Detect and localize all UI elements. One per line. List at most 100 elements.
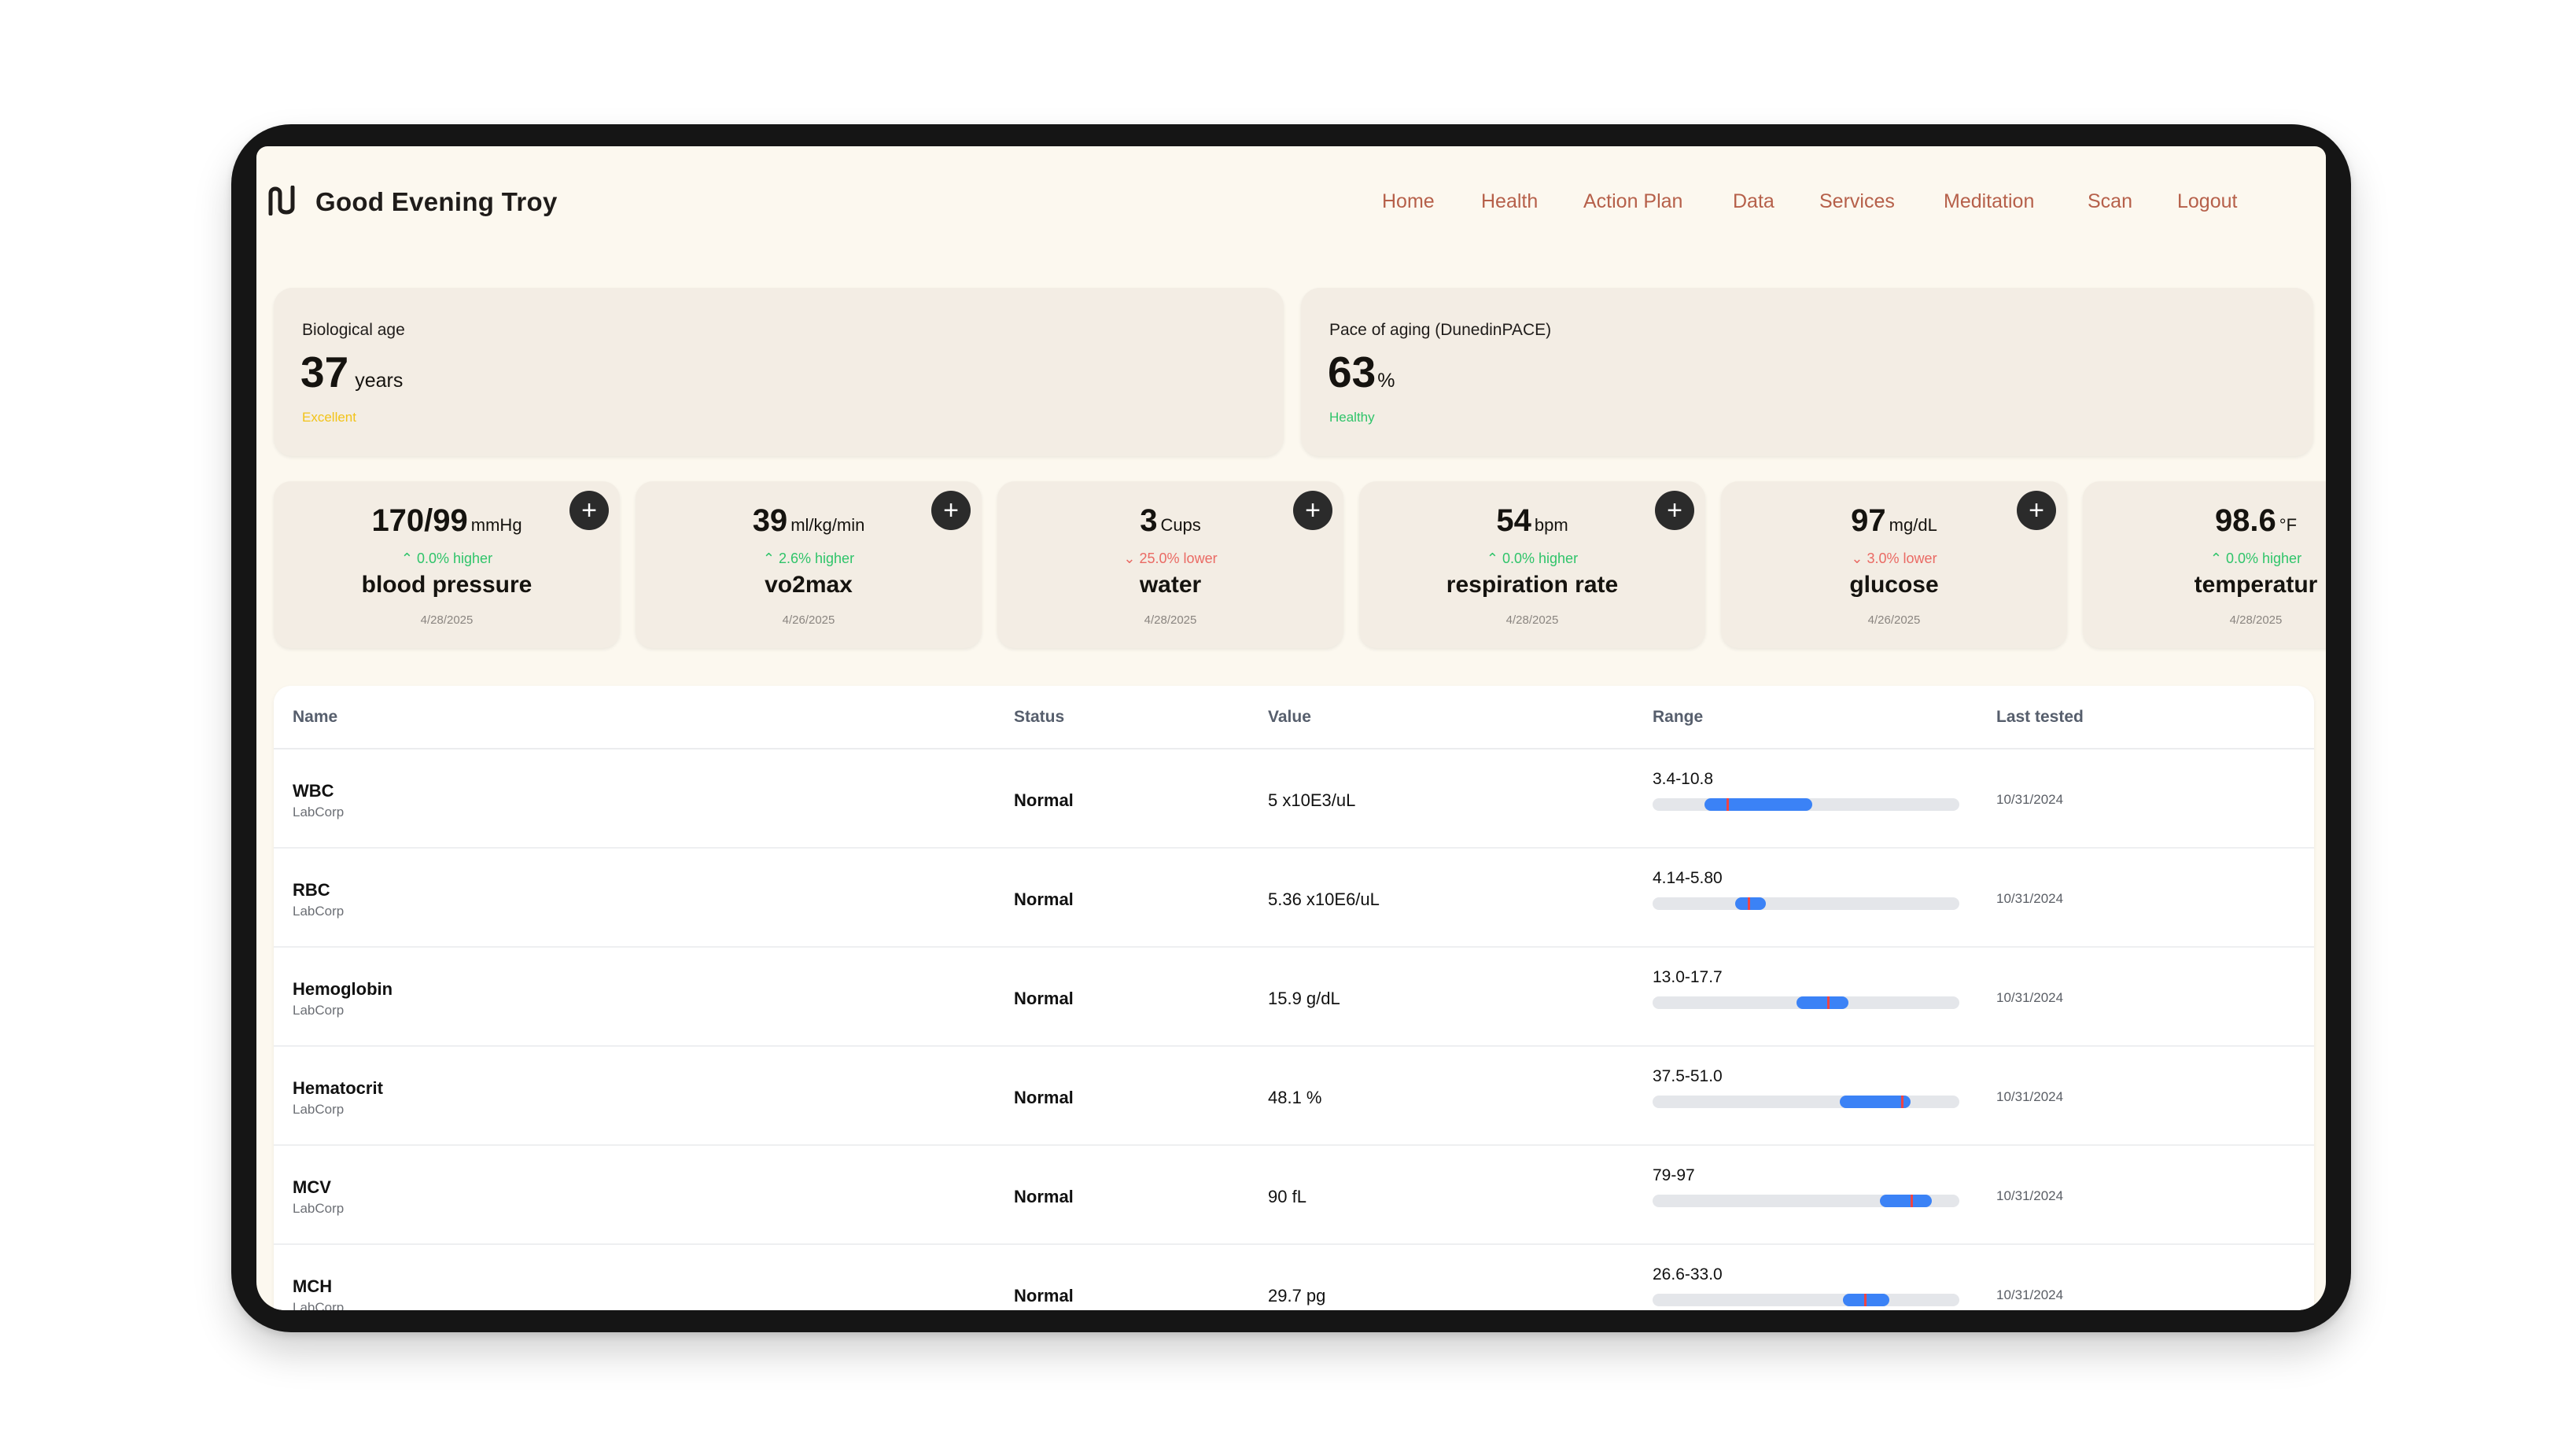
lab-results-table: Name Status Value Range Last tested WBC L… bbox=[274, 686, 2314, 1310]
metric-change-text: 0.0% higher bbox=[417, 551, 493, 566]
metric-unit: bpm bbox=[1534, 515, 1568, 535]
table-row[interactable]: MCV LabCorp Normal 90 fL 79-97 10/31/2024 bbox=[274, 1146, 2314, 1245]
range-label: 37.5-51.0 bbox=[1653, 1067, 1723, 1085]
test-source: LabCorp bbox=[293, 805, 345, 819]
nav-services[interactable]: Services bbox=[1819, 190, 1895, 213]
range-bar bbox=[1653, 897, 1959, 910]
add-reading-button[interactable]: + bbox=[1293, 491, 1332, 530]
range-marker bbox=[1827, 996, 1830, 1009]
metric-unit: mg/dL bbox=[1889, 515, 1937, 535]
range-bar bbox=[1653, 798, 1959, 811]
metric-date: 4/28/2025 bbox=[420, 613, 474, 627]
add-reading-button[interactable]: + bbox=[931, 491, 971, 530]
column-header-status[interactable]: Status bbox=[1014, 708, 1064, 727]
test-name: Hematocrit bbox=[293, 1078, 383, 1098]
metric-name: respiration rate bbox=[1446, 572, 1619, 598]
test-value: 29.7 pg bbox=[1268, 1286, 1326, 1306]
summary-value: 63% bbox=[1328, 347, 1395, 397]
metric-card[interactable]: 97 mg/dL ⌄ 3.0% lower glucose 4/26/2025 + bbox=[1721, 481, 2067, 648]
metric-unit: ml/kg/min bbox=[790, 515, 865, 535]
nav-health[interactable]: Health bbox=[1481, 190, 1538, 213]
metric-change: ⌄ 25.0% lower bbox=[997, 551, 1343, 567]
metric-reading: 39 ml/kg/min bbox=[636, 503, 982, 539]
top-header: Good Evening Troy Home Health Action Pla… bbox=[256, 146, 2326, 241]
plus-icon: + bbox=[1305, 495, 1321, 525]
metric-unit: °F bbox=[2279, 515, 2298, 535]
test-status: Normal bbox=[1014, 1286, 1074, 1306]
range-fill bbox=[1735, 897, 1766, 910]
nav-logout[interactable]: Logout bbox=[2177, 190, 2237, 213]
metric-reading: 98.6 °F bbox=[2083, 503, 2326, 539]
metric-change-text: 25.0% lower bbox=[1139, 551, 1218, 566]
metric-name: temperatur bbox=[2194, 572, 2318, 598]
metric-unit: mmHg bbox=[470, 515, 522, 535]
metric-change: ⌃ 0.0% higher bbox=[274, 551, 620, 567]
metric-change-text: 0.0% higher bbox=[2226, 551, 2302, 566]
test-name: MCV bbox=[293, 1177, 331, 1197]
metric-card[interactable]: 98.6 °F ⌃ 0.0% higher temperatur 4/28/2025 bbox=[2083, 481, 2326, 648]
metric-card[interactable]: 39 ml/kg/min ⌃ 2.6% higher vo2max 4/26/2025 + bbox=[636, 481, 982, 648]
greeting-title: Good Evening Troy bbox=[315, 187, 558, 216]
range-bar bbox=[1653, 996, 1959, 1009]
test-source: LabCorp bbox=[293, 904, 345, 919]
metric-change-text: 0.0% higher bbox=[1502, 551, 1579, 566]
metric-change: ⌃ 2.6% higher bbox=[636, 551, 982, 567]
add-reading-button[interactable]: + bbox=[1655, 491, 1694, 530]
summary-unit: % bbox=[1377, 370, 1395, 392]
metric-change-text: 2.6% higher bbox=[779, 551, 855, 566]
metric-reading: 54 bpm bbox=[1359, 503, 1705, 539]
nav-scan[interactable]: Scan bbox=[2088, 190, 2132, 213]
table-row[interactable]: RBC LabCorp Normal 5.36 x10E6/uL 4.14-5.80 10… bbox=[274, 849, 2314, 948]
column-header-name[interactable]: Name bbox=[293, 708, 337, 727]
table-row[interactable]: MCH LabCorp Normal 29.7 pg 26.6-33.0 10/31/20… bbox=[274, 1245, 2314, 1310]
table-row[interactable]: WBC LabCorp Normal 5 x10E3/uL 3.4-10.8 10/31/… bbox=[274, 749, 2314, 849]
chevron-down-icon: ⌄ bbox=[1851, 551, 1867, 566]
column-header-last-tested[interactable]: Last tested bbox=[1996, 708, 2084, 727]
test-value: 5 x10E3/uL bbox=[1268, 790, 1356, 810]
last-tested-date: 10/31/2024 bbox=[1996, 891, 2064, 906]
range-fill bbox=[1704, 798, 1812, 811]
range-bar bbox=[1653, 1294, 1959, 1306]
main-nav: Home Health Action Plan Data Services Me… bbox=[1382, 190, 2326, 222]
summary-status: Excellent bbox=[302, 410, 356, 425]
plus-icon: + bbox=[1667, 495, 1682, 525]
range-label: 4.14-5.80 bbox=[1653, 869, 1723, 887]
metric-value: 98.6 bbox=[2214, 503, 2276, 538]
test-name: Hemoglobin bbox=[293, 979, 393, 999]
metric-date: 4/26/2025 bbox=[782, 613, 835, 627]
nav-data[interactable]: Data bbox=[1733, 190, 1774, 213]
metric-card[interactable]: 54 bpm ⌃ 0.0% higher respiration rate 4/28/2… bbox=[1359, 481, 1705, 648]
table-row[interactable]: Hemoglobin LabCorp Normal 15.9 g/dL 13.0-17.… bbox=[274, 948, 2314, 1047]
metric-value: 97 bbox=[1851, 503, 1886, 538]
column-header-value[interactable]: Value bbox=[1268, 708, 1311, 727]
chevron-up-icon: ⌃ bbox=[1486, 551, 1502, 566]
metric-card[interactable]: 170/99 mmHg ⌃ 0.0% higher blood pressure 4/2… bbox=[274, 481, 620, 648]
nav-home[interactable]: Home bbox=[1382, 190, 1435, 213]
metric-card[interactable]: 3 Cups ⌄ 25.0% lower water 4/28/2025 + bbox=[997, 481, 1343, 648]
last-tested-date: 10/31/2024 bbox=[1996, 1089, 2064, 1104]
biological-age-card: Biological age 37 years Excellent bbox=[274, 288, 1284, 456]
add-reading-button[interactable]: + bbox=[569, 491, 609, 530]
test-source: LabCorp bbox=[293, 1102, 345, 1117]
summary-unit: years bbox=[355, 370, 404, 392]
plus-icon: + bbox=[581, 495, 597, 525]
metric-change: ⌃ 0.0% higher bbox=[2083, 551, 2326, 567]
column-header-range[interactable]: Range bbox=[1653, 708, 1703, 727]
test-status: Normal bbox=[1014, 889, 1074, 909]
metric-change-text: 3.0% lower bbox=[1867, 551, 1937, 566]
test-status: Normal bbox=[1014, 1088, 1074, 1107]
metric-date: 4/28/2025 bbox=[2229, 613, 2283, 627]
table-row[interactable]: Hematocrit LabCorp Normal 48.1 % 37.5-51.0 10… bbox=[274, 1047, 2314, 1146]
nav-meditation[interactable]: Meditation bbox=[1944, 190, 2034, 213]
add-reading-button[interactable]: + bbox=[2017, 491, 2056, 530]
metric-reading: 170/99 mmHg bbox=[274, 503, 620, 539]
plus-icon: + bbox=[943, 495, 959, 525]
test-value: 5.36 x10E6/uL bbox=[1268, 889, 1380, 909]
test-status: Normal bbox=[1014, 1187, 1074, 1206]
range-marker bbox=[1911, 1195, 1913, 1207]
nav-action-plan[interactable]: Action Plan bbox=[1583, 190, 1682, 213]
test-status: Normal bbox=[1014, 989, 1074, 1008]
metric-name: blood pressure bbox=[361, 572, 533, 598]
test-source: LabCorp bbox=[293, 1201, 345, 1216]
n-wave-logo-icon[interactable] bbox=[267, 186, 296, 215]
